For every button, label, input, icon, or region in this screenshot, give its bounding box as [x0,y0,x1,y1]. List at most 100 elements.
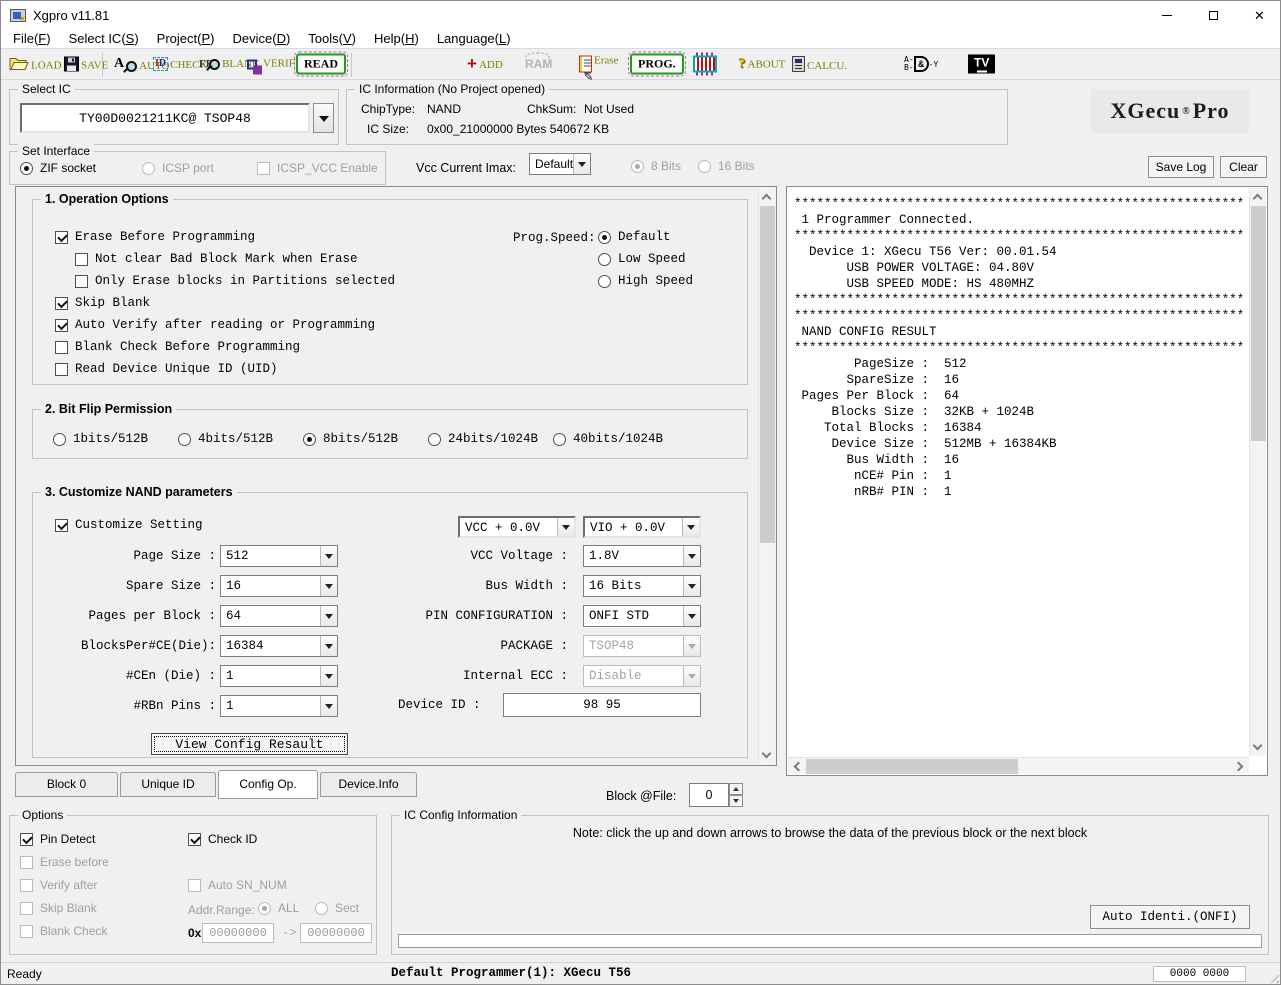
scroll-right-icon[interactable] [1234,762,1244,772]
bitflip-1bits-radio[interactable]: 1bits/512B [53,432,148,446]
vcc-imax-combo[interactable]: Default [529,153,591,175]
auto-sn-num-checkbox[interactable]: Auto SN_NUM [188,878,287,892]
block-at-file-input[interactable]: 0 [689,783,729,807]
check-id-checkbox[interactable]: Check ID [188,832,257,846]
view-config-result-button[interactable]: View Config Resault [151,733,348,755]
tab-block-0[interactable]: Block 0 [15,772,118,797]
addr-range-to-input[interactable] [300,923,372,943]
icsp-vcc-enable-checkbox[interactable]: ICSP_VCC Enable [257,161,378,175]
scroll-up-icon[interactable] [762,194,772,204]
about-button[interactable]: ? ABOUT [738,58,785,71]
icsp-port-radio[interactable]: ICSP port [142,161,214,175]
spare-size-combo[interactable]: 16 [220,575,338,597]
spin-up-button[interactable] [729,783,743,795]
erase-button[interactable]: ✎ Erase [579,56,618,73]
skip-blank-option-checkbox[interactable]: Skip Blank [20,901,97,915]
auto-verify-checkbox[interactable]: Auto Verify after reading or Programming [55,318,375,332]
pages-per-block-combo[interactable]: 64 [220,605,338,627]
blank-check-option-checkbox[interactable]: Blank Check [20,924,107,938]
add-button[interactable]: + ADD [467,57,503,71]
auto-identify-button[interactable]: Auto Identi.(ONFI) [1090,905,1250,929]
select-ic-dropdown-button[interactable] [313,103,334,133]
chip-test-button[interactable] [693,56,717,73]
bitflip-40bits-radio[interactable]: 40bits/1024B [553,432,663,446]
8-bits-label: 8 Bits [651,159,681,173]
vcc-offset-combo[interactable]: VCC + 0.0V [458,516,576,538]
scrollbar-thumb[interactable] [806,759,1018,774]
blocks-per-ce-combo[interactable]: 16384 [220,635,338,657]
pin-configuration-label: PIN CONFIGURATION : [333,609,568,623]
bus-width-combo[interactable]: 16 Bits [583,575,701,597]
pin-configuration-combo[interactable]: ONFI STD [583,605,701,627]
page-size-combo[interactable]: 512 [220,545,338,567]
scroll-down-icon[interactable] [762,749,772,759]
scroll-down-icon[interactable] [1253,741,1263,751]
resize-grip[interactable] [1267,971,1279,983]
checkbox-icon [188,879,201,892]
menu-project[interactable]: Project(P) [148,29,224,48]
rbn-pins-combo[interactable]: 1 [220,695,338,717]
ram-button[interactable]: RAM [525,57,552,71]
vio-offset-combo[interactable]: VIO + 0.0V [583,516,701,538]
chip-type-label: ChipType: [361,102,415,116]
and-gate-icon: A- B- & -Y [904,56,938,72]
checkbox-icon [55,319,68,332]
scrollbar-thumb[interactable] [1251,206,1266,441]
erase-before-programming-checkbox[interactable]: Erase Before Programming [55,230,255,244]
addr-range-sect-radio[interactable]: Sect [315,901,359,915]
addr-range-from-input[interactable] [202,923,274,943]
spin-down-button[interactable] [729,795,743,807]
minimize-button[interactable] [1144,1,1189,29]
cen-die-combo[interactable]: 1 [220,665,338,687]
customize-setting-checkbox[interactable]: Customize Setting [55,518,203,532]
skip-blank-checkbox[interactable]: Skip Blank [55,296,150,310]
not-clear-bad-block-checkbox[interactable]: Not clear Bad Block Mark when Erase [75,252,358,266]
prog-button[interactable]: PROG. [630,54,684,75]
bitflip-4bits-radio[interactable]: 4bits/512B [178,432,273,446]
close-button[interactable]: ✕ [1237,1,1281,29]
load-button[interactable]: LOAD [9,57,62,72]
menu-help[interactable]: Help(H) [365,29,428,48]
bitflip-8bits-radio[interactable]: 8bits/512B [303,432,398,446]
verify-button[interactable]: VERIFY [247,59,303,70]
zif-socket-radio[interactable]: ZIF socket [20,161,96,175]
read-button[interactable]: READ [296,54,346,75]
log-horizontal-scrollbar[interactable] [788,757,1249,774]
read-uid-checkbox[interactable]: Read Device Unique ID (UID) [55,362,278,376]
menu-tools[interactable]: Tools(V) [299,29,365,48]
erase-before-checkbox[interactable]: Erase before [20,855,109,869]
logic-gate-button[interactable]: A- B- & -Y [904,56,938,72]
tab-config-op[interactable]: Config Op. [218,770,318,799]
verify-after-checkbox[interactable]: Verify after [20,878,97,892]
config-panel-scrollbar[interactable] [758,188,775,764]
blank-check-before-programming-checkbox[interactable]: Blank Check Before Programming [55,340,300,354]
addr-range-all-radio[interactable]: ALL [258,901,299,915]
scroll-up-icon[interactable] [1253,194,1263,204]
clear-button[interactable]: Clear [1220,156,1267,178]
maximize-button[interactable] [1191,1,1236,29]
menu-device[interactable]: Device(D) [223,29,299,48]
log-vertical-scrollbar[interactable] [1249,188,1266,756]
device-id-input[interactable] [503,693,701,717]
tv-button[interactable]: TV [968,55,995,74]
selected-ic-field[interactable]: TY00D0021211KC@ TSOP48 [20,103,310,133]
pin-detect-checkbox[interactable]: Pin Detect [20,832,95,846]
vcc-voltage-combo[interactable]: 1.8V [583,545,701,567]
menu-language[interactable]: Language(L) [428,29,520,48]
speed-default-radio[interactable]: Default [598,230,671,244]
bitflip-24bits-radio[interactable]: 24bits/1024B [428,432,538,446]
8-bits-radio[interactable]: 8 Bits [631,159,681,173]
scrollbar-thumb[interactable] [760,206,775,543]
menu-select-ic[interactable]: Select IC(S) [60,29,148,48]
tab-unique-id[interactable]: Unique ID [120,772,216,797]
calcu-button[interactable]: CALCU. [792,56,847,72]
menu-file[interactable]: File(F) [4,29,60,48]
scroll-left-icon[interactable] [794,762,804,772]
only-erase-partitions-checkbox[interactable]: Only Erase blocks in Partitions selected [75,274,395,288]
save-log-button[interactable]: Save Log [1148,156,1214,178]
16-bits-radio[interactable]: 16 Bits [698,159,755,173]
log-panel: ****************************************… [786,186,1268,776]
speed-high-radio[interactable]: High Speed [598,274,693,288]
speed-low-radio[interactable]: Low Speed [598,252,686,266]
tab-device-info[interactable]: Device.Info [320,772,417,797]
